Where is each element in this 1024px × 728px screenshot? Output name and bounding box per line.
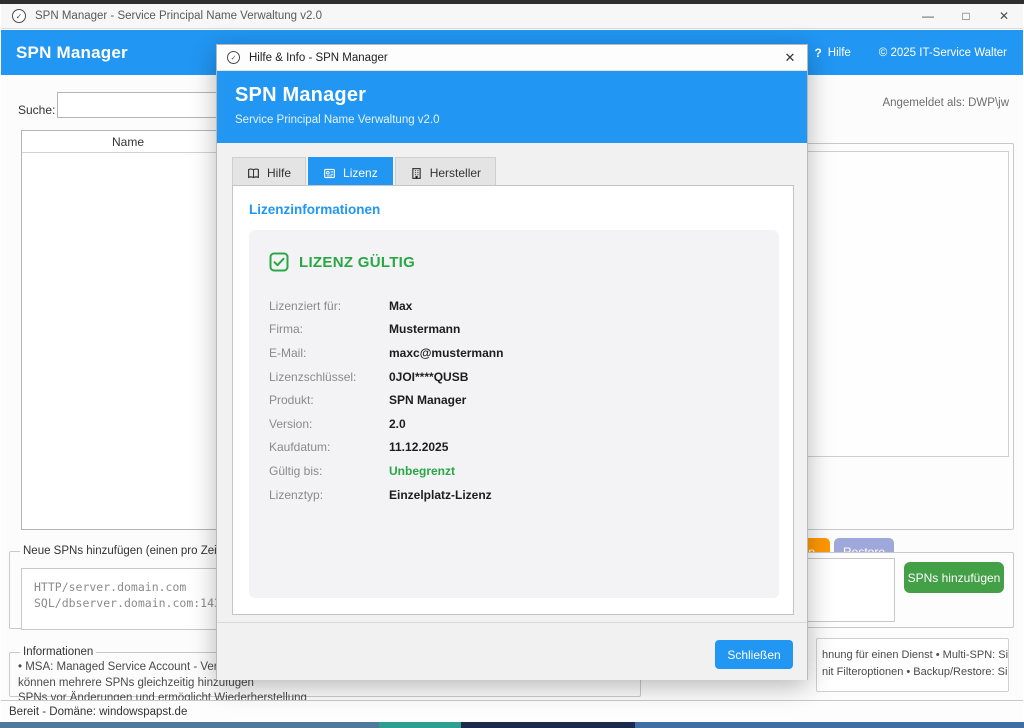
dialog-header-subtitle: Service Principal Name Verwaltung v2.0 <box>235 114 807 126</box>
license-field-label: Firma: <box>269 322 389 336</box>
license-badge-icon <box>323 167 336 180</box>
logged-in-text: Angemeldet als: DWP\jw <box>882 97 1009 109</box>
dialog-title: Hilfe & Info - SPN Manager <box>249 52 388 64</box>
license-field-label: Gültig bis: <box>269 464 389 478</box>
license-field-row: Kaufdatum:11.12.2025 <box>269 436 759 460</box>
status-bar: Bereit - Domäne: windowspapst.de <box>1 700 1023 722</box>
license-field-value: Einzelplatz-Lizenz <box>389 488 492 502</box>
copyright-text: © 2025 IT-Service Walter <box>879 47 1007 59</box>
close-dialog-button[interactable]: Schließen <box>715 640 793 669</box>
add-spn-legend: Neue SPNs hinzufügen (einen pro Zeile) <box>20 545 232 557</box>
help-info-dialog: ✓ Hilfe & Info - SPN Manager ✕ SPN Manag… <box>216 44 808 680</box>
text-line: nit Filteroptionen • Backup/Restore: Sic… <box>822 664 1009 681</box>
license-field-label: Produkt: <box>269 393 389 407</box>
minimize-button[interactable]: — <box>909 4 947 28</box>
license-status-label: LIZENZ GÜLTIG <box>299 254 415 271</box>
license-field-row: Version:2.0 <box>269 412 759 436</box>
dialog-icon: ✓ <box>227 51 240 64</box>
add-spns-button[interactable]: SPNs hinzufügen <box>904 562 1004 593</box>
window-title: SPN Manager - Service Principal Name Ver… <box>35 10 322 22</box>
license-field-label: Lizenziert für: <box>269 299 389 313</box>
tab-hilfe[interactable]: Hilfe <box>232 157 306 188</box>
license-fields: Lizenziert für:MaxFirma:MustermannE-Mail… <box>269 294 759 506</box>
license-field-row: Lizenziert für:Max <box>269 294 759 318</box>
help-label: Hilfe <box>828 47 851 59</box>
license-field-value: maxc@mustermann <box>389 346 503 360</box>
question-icon: ? <box>814 46 821 60</box>
license-field-label: Lizenztyp: <box>269 488 389 502</box>
license-field-row: E-Mail:maxc@mustermann <box>269 341 759 365</box>
tab-lizenz[interactable]: Lizenz <box>308 157 393 188</box>
info-legend: Informationen <box>20 646 96 658</box>
info-right-text: hnung für einen Dienst • Multi-SPN: Sien… <box>822 647 1009 681</box>
license-field-value: Max <box>389 299 412 313</box>
tab-hersteller[interactable]: Hersteller <box>395 157 496 188</box>
checkbox-check-icon <box>269 252 289 272</box>
license-field-row: Gültig bis:Unbegrenzt <box>269 459 759 483</box>
license-field-row: Lizenztyp:Einzelplatz-Lizenz <box>269 483 759 507</box>
license-field-value: SPN Manager <box>389 393 466 407</box>
license-status: LIZENZ GÜLTIG <box>269 252 759 272</box>
dialog-header-title: SPN Manager <box>235 84 807 107</box>
info-right-box: hnung für einen Dienst • Multi-SPN: Sien… <box>816 638 1009 692</box>
tab-lizenz-label: Lizenz <box>343 166 378 180</box>
dialog-header: SPN Manager Service Principal Name Verwa… <box>217 71 807 143</box>
help-link[interactable]: ? Hilfe <box>814 46 850 60</box>
desktop-edge <box>0 722 1024 728</box>
dialog-tabs: Hilfe Lizenz Hersteller <box>232 157 496 188</box>
status-text: Bereit - Domäne: windowspapst.de <box>9 706 187 718</box>
license-field-value: 2.0 <box>389 417 406 431</box>
app-icon: ✓ <box>12 9 26 23</box>
search-label: Suche: <box>18 103 55 117</box>
book-icon <box>247 167 260 180</box>
dialog-titlebar: ✓ Hilfe & Info - SPN Manager ✕ <box>217 45 807 71</box>
license-field-value: 11.12.2025 <box>389 440 448 454</box>
tab-hersteller-label: Hersteller <box>430 166 481 180</box>
dialog-footer: Schließen <box>217 622 807 680</box>
app-brand: SPN Manager <box>16 43 128 63</box>
dialog-close-icon[interactable]: ✕ <box>773 45 807 70</box>
section-title: Lizenzinformationen <box>249 202 793 217</box>
license-field-label: E-Mail: <box>269 346 389 360</box>
text-line: hnung für einen Dienst • Multi-SPN: Sie <box>822 647 1009 664</box>
license-field-row: Firma:Mustermann <box>269 318 759 342</box>
license-field-label: Version: <box>269 417 389 431</box>
license-field-row: Lizenzschlüssel:0JOI****QUSB <box>269 365 759 389</box>
window-titlebar: ✓ SPN Manager - Service Principal Name V… <box>1 4 1023 29</box>
building-icon <box>410 167 423 180</box>
license-field-value: Unbegrenzt <box>389 464 455 478</box>
license-field-value: 0JOI****QUSB <box>389 370 468 384</box>
license-tab-content: Lizenzinformationen LIZENZ GÜLTIG Lizenz… <box>232 185 794 615</box>
maximize-button[interactable]: □ <box>947 4 985 28</box>
license-card: LIZENZ GÜLTIG Lizenziert für:MaxFirma:Mu… <box>249 230 779 598</box>
license-field-label: Kaufdatum: <box>269 440 389 454</box>
tab-hilfe-label: Hilfe <box>267 166 291 180</box>
license-field-label: Lizenzschlüssel: <box>269 370 389 384</box>
list-column-header[interactable]: Name <box>22 131 234 153</box>
license-field-value: Mustermann <box>389 322 460 336</box>
close-button[interactable]: ✕ <box>985 4 1023 28</box>
license-field-row: Produkt:SPN Manager <box>269 388 759 412</box>
